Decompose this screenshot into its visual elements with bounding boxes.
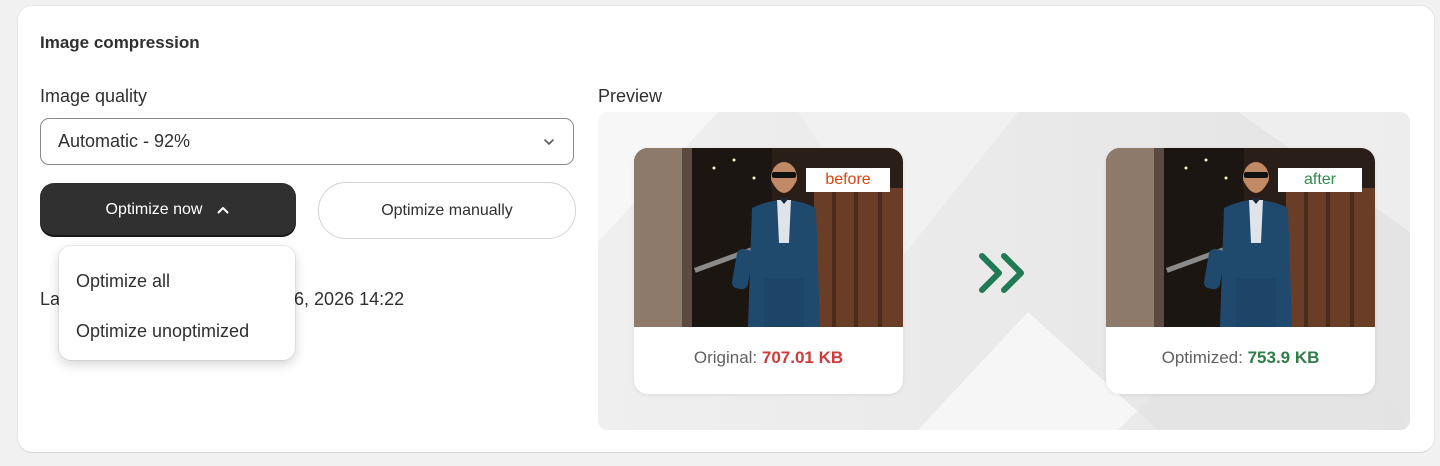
last-optimized-prefix: La	[40, 289, 61, 309]
double-chevron-right-icon	[979, 253, 1024, 293]
card-title: Image compression	[40, 33, 200, 52]
optimized-size-label: Optimized:	[1161, 348, 1248, 367]
image-quality-value: Automatic - 92%	[58, 131, 191, 151]
original-size-value: 707.01 KB	[761, 348, 844, 367]
after-tag-text: after	[1303, 171, 1336, 188]
chevron-down-icon	[544, 139, 554, 145]
menu-item-optimize-all[interactable]: Optimize all	[59, 256, 295, 306]
preview-label: Preview	[598, 86, 663, 106]
image-compression-card: Image compression Image quality Automati…	[18, 6, 1434, 452]
menu-item-optimize-unoptimized[interactable]: Optimize unoptimized	[59, 306, 295, 356]
optimize-manually-label: Optimize manually	[381, 201, 513, 219]
optimized-size-value: 753.9 KB	[1247, 348, 1320, 367]
preview-area: before Original: 707.01 KB after Optimiz…	[598, 112, 1410, 430]
optimize-dropdown-menu: Optimize all Optimize unoptimized	[59, 246, 295, 360]
after-tag: after	[1278, 168, 1362, 192]
optimize-now-label: Optimize now	[105, 201, 203, 218]
before-preview-card: before Original: 707.01 KB	[634, 148, 903, 394]
original-size-label: Original:	[693, 348, 762, 367]
image-quality-select[interactable]: Automatic - 92%	[40, 118, 574, 165]
last-optimized-suffix: 6, 2026 14:22	[294, 289, 405, 309]
optimize-now-button[interactable]: Optimize now	[40, 183, 296, 237]
optimize-manually-button[interactable]: Optimize manually	[318, 182, 576, 239]
after-preview-card: after Optimized: 753.9 KB	[1106, 148, 1375, 394]
before-tag-text: before	[825, 171, 871, 188]
chevron-up-icon	[217, 207, 229, 214]
image-quality-label: Image quality	[40, 86, 148, 106]
original-size: Original: 707.01 KB	[634, 348, 903, 368]
before-tag: before	[806, 168, 890, 192]
optimized-size: Optimized: 753.9 KB	[1106, 348, 1375, 368]
